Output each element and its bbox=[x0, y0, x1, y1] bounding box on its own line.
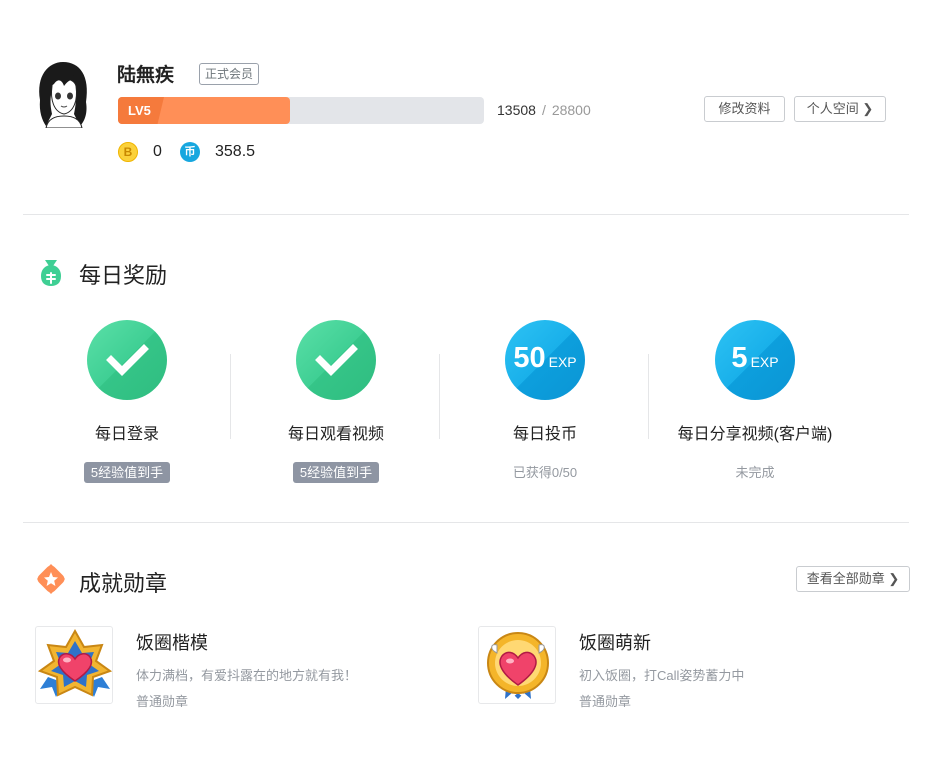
task-status: 已获得0/50 bbox=[512, 465, 578, 480]
medal-name: 饭圈萌新 bbox=[579, 633, 651, 653]
hard-coin-icon: 币 bbox=[180, 142, 200, 162]
exp-badge-icon: 5 EXP bbox=[715, 320, 795, 400]
exp-current: 13508 bbox=[497, 102, 536, 118]
vertical-divider bbox=[648, 354, 649, 439]
check-icon bbox=[296, 320, 376, 400]
medal-desc: 初入饭圈，打Call姿势蓄力中 bbox=[579, 668, 745, 683]
b-coin-icon: B bbox=[118, 142, 138, 162]
task-daily-coin: 50 EXP 每日投币 已获得0/50 bbox=[441, 320, 649, 484]
task-name: 每日登录 bbox=[94, 426, 159, 443]
heart-ribbon-medal-icon bbox=[478, 626, 556, 704]
star-medal-icon bbox=[35, 563, 67, 595]
exp-separator: / bbox=[541, 102, 546, 118]
exp-max: 28800 bbox=[551, 102, 591, 118]
medal-item[interactable]: 饭圈萌新 初入饭圈，打Call姿势蓄力中 普通勋章 bbox=[478, 626, 858, 709]
medal-name: 饭圈楷模 bbox=[136, 633, 208, 653]
medal-item[interactable]: 饭圈楷模 体力满档，有爱抖露在的地方就有我！ 普通勋章 bbox=[35, 626, 415, 709]
member-tag: 正式会员 bbox=[199, 63, 260, 85]
username: 陆無疾 bbox=[117, 65, 175, 86]
task-status: 未完成 bbox=[735, 465, 775, 480]
medal-desc: 体力满档，有爱抖露在的地方就有我！ bbox=[136, 668, 358, 683]
vertical-divider bbox=[439, 354, 440, 439]
task-daily-login: 每日登录 5经验值到手 bbox=[23, 320, 231, 484]
money-bag-icon bbox=[35, 256, 67, 288]
exp-unit: EXP bbox=[750, 354, 779, 370]
task-name: 每日观看视频 bbox=[287, 426, 384, 443]
task-name: 每日分享视频(客户端) bbox=[677, 426, 833, 443]
exp-badge-icon: 50 EXP bbox=[505, 320, 585, 400]
divider bbox=[23, 214, 909, 215]
exp-unit: EXP bbox=[548, 354, 577, 370]
medal-type: 普通勋章 bbox=[136, 694, 189, 709]
exp-readout: 13508 / 28800 bbox=[497, 102, 591, 118]
task-daily-watch: 每日观看视频 5经验值到手 bbox=[232, 320, 440, 484]
check-icon bbox=[87, 320, 167, 400]
level-badge: LV5 bbox=[118, 97, 164, 124]
divider bbox=[23, 522, 909, 523]
level-progress-bar: LV5 bbox=[118, 97, 484, 124]
medals-title: 成就勋章 bbox=[79, 571, 168, 596]
view-all-medals-button[interactable]: 查看全部勋章 ❯ bbox=[796, 566, 910, 592]
exp-amount: 50 bbox=[513, 342, 546, 374]
personal-space-button[interactable]: 个人空间 ❯ bbox=[794, 96, 886, 122]
vertical-divider bbox=[230, 354, 231, 439]
hard-coin-value: 358.5 bbox=[215, 143, 256, 160]
task-name: 每日投币 bbox=[512, 426, 577, 443]
medal-type: 普通勋章 bbox=[579, 694, 632, 709]
daily-rewards-title: 每日奖励 bbox=[79, 263, 168, 288]
b-coin-value: 0 bbox=[153, 143, 162, 160]
task-status-chip: 5经验值到手 bbox=[292, 462, 380, 483]
task-status-chip: 5经验值到手 bbox=[83, 462, 171, 483]
task-daily-share: 5 EXP 每日分享视频(客户端) 未完成 bbox=[651, 320, 859, 484]
avatar[interactable] bbox=[30, 56, 96, 128]
star-heart-medal-icon bbox=[35, 626, 113, 704]
profile-header: 陆無疾 正式会员 LV5 13508 / 28800 修改资料 个人空间 ❯ B 0… bbox=[0, 0, 929, 214]
edit-profile-button[interactable]: 修改资料 bbox=[704, 96, 785, 122]
exp-amount: 5 bbox=[731, 342, 748, 374]
